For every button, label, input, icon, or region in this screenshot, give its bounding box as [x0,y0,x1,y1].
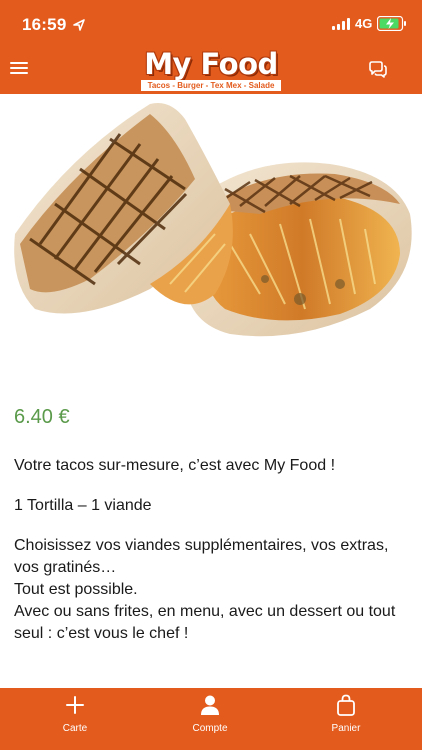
logo-title: My Food [144,47,278,81]
tab-bar: Carte Compte Panier [0,688,422,750]
location-arrow-icon [73,19,85,31]
plus-icon [66,696,84,714]
description-line-base: 1 Tortilla – 1 viande [14,497,152,514]
description-line-chef: Avec ou sans frites, en menu, avec un de… [14,603,396,642]
description-line-choices: Choisissez vos viandes supplémentaires, … [14,537,389,576]
user-icon [201,695,219,715]
product-price: 6.40 € [14,406,70,428]
status-time: 16:59 [22,15,67,34]
signal-strength-icon [332,18,350,30]
tab-compte[interactable]: Compte [165,688,255,750]
product-description: Votre tacos sur-mesure, c’est avec My Fo… [14,455,414,645]
logo-subtitle: Tacos - Burger - Tex Mex - Salade [141,80,281,91]
description-line-possible: Tout est possible. [14,581,138,598]
tab-compte-label: Compte [192,723,228,734]
battery-charging-icon [377,16,406,31]
app-logo: My Food Tacos - Burger - Tex Mex - Salad… [139,49,283,93]
chat-icon[interactable] [367,60,389,80]
shopping-bag-icon [337,694,355,716]
status-bar: 16:59 4G [0,0,422,50]
network-type: 4G [355,16,373,31]
description-line-intro: Votre tacos sur-mesure, c’est avec My Fo… [14,457,336,474]
tab-carte-label: Carte [62,723,88,734]
product-image [0,94,422,386]
tab-carte[interactable]: Carte [30,688,120,750]
top-bar: 16:59 4G My Food Tacos - Burger - Tex Me… [0,0,422,94]
tab-panier[interactable]: Panier [301,688,391,750]
tab-panier-label: Panier [331,723,361,734]
menu-icon[interactable] [10,62,28,78]
